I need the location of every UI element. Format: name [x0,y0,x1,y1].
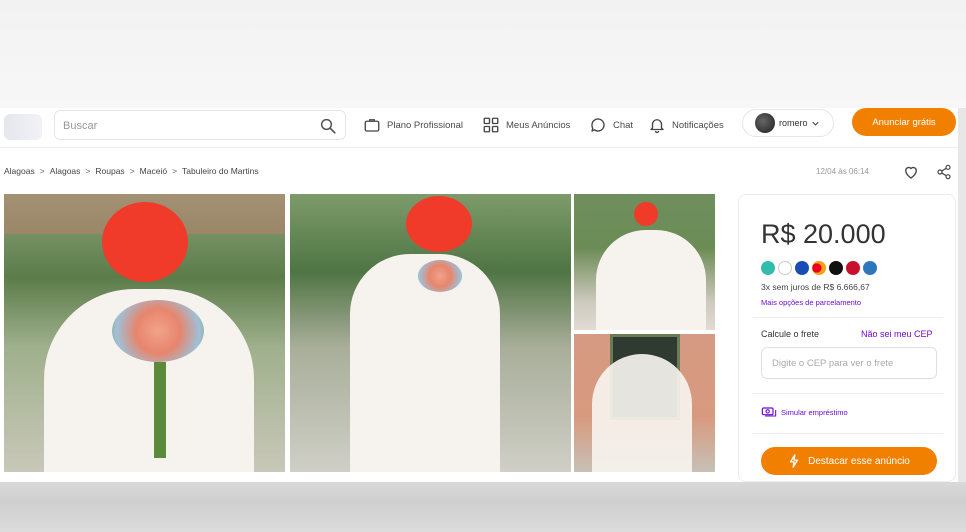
price-panel: R$ 20.000 3x sem juros de R$ 6.666,67 Ma… [738,194,956,482]
elo-icon [829,261,843,275]
chat-bubble-icon [591,118,605,132]
visa-icon [795,261,809,275]
divider [753,393,943,394]
browser-viewport: Plano Profissional Meus Anúncios Chat No… [0,108,958,482]
mastercard-icon [812,261,826,275]
heart-icon[interactable] [902,163,920,181]
bouquet-shape [418,260,462,292]
installment-info: 3x sem juros de R$ 6.666,67 [761,282,870,292]
listing-photo-main[interactable] [4,194,285,472]
censored-face [634,202,658,226]
money-icon [761,407,777,417]
user-menu[interactable]: romero [742,109,834,137]
destacar-anuncio-button[interactable]: Destacar esse anúncio [761,447,937,475]
listing-date: 12/04 às 06:14 [816,167,869,176]
bouquet-stem [154,362,166,458]
nubank-icon [778,261,792,275]
briefcase-icon [364,119,380,132]
loan-label: Simular empréstimo [781,407,848,417]
divider [753,317,943,318]
top-navigation-bar: Plano Profissional Meus Anúncios Chat No… [0,108,958,148]
breadcrumb: Alagoas > Alagoas > Roupas > Maceió > Ta… [4,166,259,176]
nav-notificacoes[interactable]: Notificações [648,113,724,137]
nav-plano-label: Plano Profissional [387,119,464,131]
pix-icon [761,261,775,275]
grid-icon [483,117,499,133]
site-logo[interactable] [4,114,42,140]
divider [753,433,943,434]
blurred-background-top [0,0,966,108]
listing-photo-3[interactable] [574,194,715,330]
share-icon[interactable] [936,163,952,181]
frete-label: Calcule o frete [761,329,820,339]
bouquet-shape [112,300,204,362]
nao-sei-cep-link[interactable]: Não sei meu CEP [861,329,933,339]
censored-face [406,196,472,252]
breadcrumb-separator: > [39,166,45,176]
cep-input[interactable] [761,347,937,379]
blurred-background-bottom [0,482,966,532]
lightning-icon [789,454,799,468]
breadcrumb-separator: > [85,166,91,176]
breadcrumb-item[interactable]: Tabuleiro do Martins [182,166,259,176]
breadcrumb-item[interactable]: Roupas [95,166,124,176]
nav-meus-anuncios[interactable]: Meus Anúncios [482,113,570,137]
nav-anuncios-label: Meus Anúncios [506,119,571,131]
nav-plano-profissional[interactable]: Plano Profissional [363,113,463,137]
search-icon[interactable] [319,117,337,135]
payment-methods [761,261,877,275]
listing-photo-2[interactable] [290,194,571,472]
listing-price: R$ 20.000 [761,219,886,249]
nav-chat-label: Chat [613,119,634,131]
nav-chat[interactable]: Chat [589,113,633,137]
avatar [755,113,775,133]
search-input[interactable] [63,116,303,136]
search-box [54,110,346,140]
user-name: romero [779,118,808,128]
simular-emprestimo-link[interactable]: Simular empréstimo [761,405,848,419]
listing-photo-4[interactable] [574,334,715,472]
breadcrumb-item[interactable]: Alagoas [50,166,81,176]
blurred-background-right [958,108,966,482]
bell-icon [650,119,664,134]
breadcrumb-separator: > [172,166,178,176]
nav-notificacoes-label: Notificações [672,119,724,131]
veil-shape [592,354,692,472]
chevron-down-icon [811,121,819,126]
breadcrumb-item[interactable]: Alagoas [4,166,35,176]
dress-shape [596,230,706,330]
censored-face [102,202,188,282]
breadcrumb-separator: > [129,166,135,176]
amex-icon [863,261,877,275]
anunciar-gratis-button[interactable]: Anunciar grátis [852,108,956,136]
hipercard-icon [846,261,860,275]
breadcrumb-item[interactable]: Maceió [140,166,167,176]
destacar-label: Destacar esse anúncio [808,455,910,467]
more-installments-link[interactable]: Mais opções de parcelamento [761,298,861,307]
